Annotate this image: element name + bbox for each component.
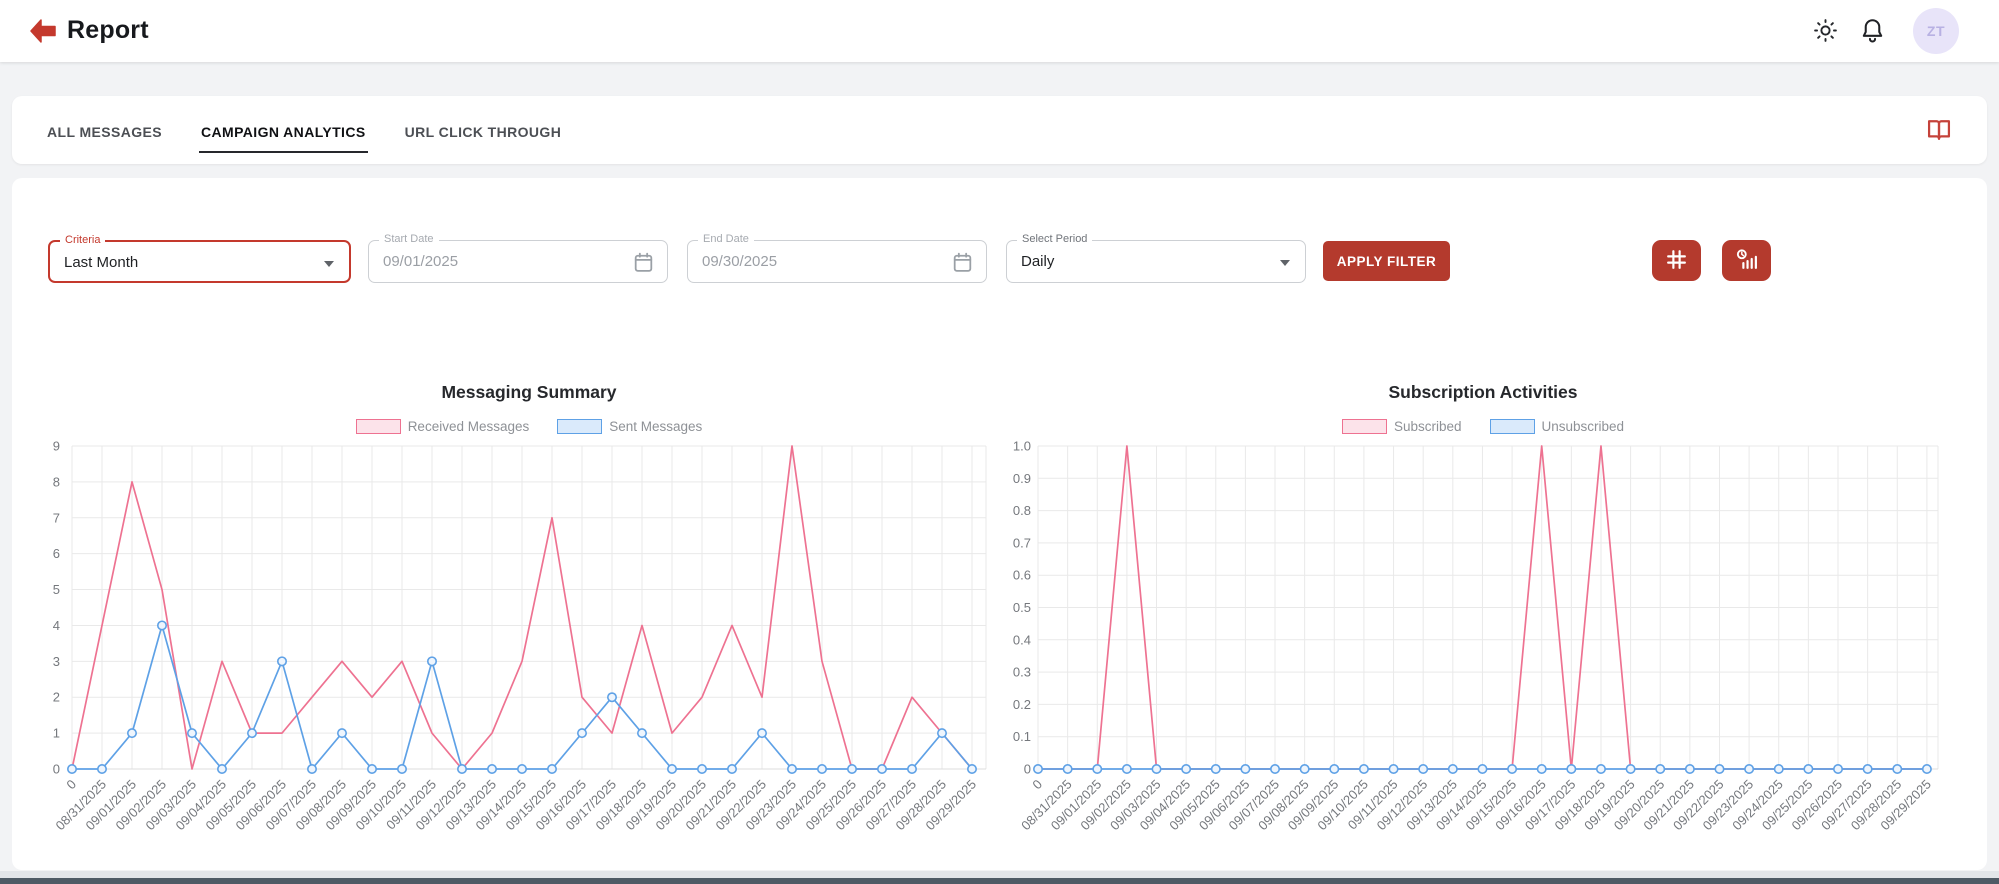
chart-view-button[interactable] — [1722, 240, 1771, 281]
end-date-value: 09/30/2025 — [702, 253, 777, 270]
avatar[interactable]: ZT — [1913, 8, 1959, 54]
svg-text:6: 6 — [53, 546, 60, 561]
svg-text:0.5: 0.5 — [1013, 600, 1031, 615]
start-date-value: 09/01/2025 — [383, 253, 458, 270]
svg-text:7: 7 — [53, 510, 60, 525]
svg-text:0: 0 — [1024, 762, 1031, 777]
app-header: Report ZT — [0, 0, 1999, 62]
period-label: Select Period — [1017, 233, 1092, 245]
svg-text:1.0: 1.0 — [1013, 440, 1031, 454]
svg-text:4: 4 — [53, 618, 60, 633]
legend-item[interactable]: Subscribed — [1342, 419, 1462, 434]
svg-text:0: 0 — [1029, 777, 1045, 793]
svg-text:0.6: 0.6 — [1013, 568, 1031, 583]
legend-swatch — [1342, 419, 1387, 434]
bar-chart-clock-icon — [1734, 247, 1759, 275]
svg-text:0.1: 0.1 — [1013, 729, 1031, 744]
back-arrow-icon[interactable] — [28, 17, 58, 45]
tab-bar: ALL MESSAGES CAMPAIGN ANALYTICS URL CLIC… — [12, 96, 1987, 164]
chevron-down-icon — [324, 261, 334, 267]
end-date-label: End Date — [698, 233, 754, 245]
svg-text:0.4: 0.4 — [1013, 632, 1031, 647]
criteria-label: Criteria — [60, 234, 105, 246]
avatar-initials: ZT — [1927, 23, 1945, 39]
subscription-activities-chart[interactable]: 00.10.20.30.40.50.60.70.80.91.0008/31/20… — [995, 440, 1975, 844]
grid-icon — [1664, 247, 1689, 275]
page-title: Report — [67, 16, 149, 45]
messaging-summary-chart[interactable]: 0123456789008/31/202509/01/202509/02/202… — [30, 440, 1005, 844]
chart-title-subscription-activities: Subscription Activities — [1183, 382, 1783, 403]
legend-swatch — [1490, 419, 1535, 434]
svg-text:1: 1 — [53, 726, 60, 741]
legend-messaging-summary: Received Messages Sent Messages — [179, 419, 879, 434]
chart-title-messaging-summary: Messaging Summary — [229, 382, 829, 403]
svg-text:8: 8 — [53, 474, 60, 489]
tab-all-messages[interactable]: ALL MESSAGES — [45, 108, 164, 153]
chevron-down-icon — [1280, 260, 1290, 266]
calendar-icon — [950, 250, 975, 275]
bell-icon[interactable] — [1858, 16, 1887, 45]
legend-subscription-activities: Subscribed Unsubscribed — [1133, 419, 1833, 434]
legend-item[interactable]: Received Messages — [356, 419, 530, 434]
legend-item[interactable]: Unsubscribed — [1490, 419, 1625, 434]
svg-text:2: 2 — [53, 690, 60, 705]
window-edge — [0, 878, 1999, 884]
svg-text:5: 5 — [53, 582, 60, 597]
calendar-icon — [631, 250, 656, 275]
criteria-value: Last Month — [64, 254, 138, 271]
legend-label: Received Messages — [408, 419, 530, 434]
apply-filter-button[interactable]: APPLY FILTER — [1323, 241, 1450, 281]
start-date-field[interactable]: Start Date 09/01/2025 — [368, 240, 668, 283]
table-view-button[interactable] — [1652, 240, 1701, 281]
end-date-field[interactable]: End Date 09/30/2025 — [687, 240, 987, 283]
start-date-label: Start Date — [379, 233, 439, 245]
legend-swatch — [356, 419, 401, 434]
svg-text:0.2: 0.2 — [1013, 697, 1031, 712]
legend-item[interactable]: Sent Messages — [557, 419, 702, 434]
svg-text:0.9: 0.9 — [1013, 471, 1031, 486]
tab-campaign-analytics[interactable]: CAMPAIGN ANALYTICS — [199, 108, 368, 153]
period-value: Daily — [1021, 253, 1054, 270]
svg-text:9: 9 — [53, 440, 60, 454]
svg-text:0.7: 0.7 — [1013, 535, 1031, 550]
legend-swatch — [557, 419, 602, 434]
period-select[interactable]: Select Period Daily — [1006, 240, 1306, 283]
criteria-select[interactable]: Criteria Last Month — [48, 240, 351, 283]
svg-text:0.3: 0.3 — [1013, 665, 1031, 680]
sun-icon[interactable] — [1811, 16, 1840, 45]
svg-text:0.8: 0.8 — [1013, 503, 1031, 518]
tab-url-click-through[interactable]: URL CLICK THROUGH — [403, 108, 564, 153]
open-book-icon[interactable] — [1925, 116, 1953, 144]
legend-label: Sent Messages — [609, 419, 702, 434]
svg-text:0: 0 — [63, 777, 79, 793]
bottom-strip — [0, 871, 1999, 878]
legend-label: Subscribed — [1394, 419, 1462, 434]
legend-label: Unsubscribed — [1542, 419, 1625, 434]
svg-text:0: 0 — [53, 762, 60, 777]
svg-text:3: 3 — [53, 654, 60, 669]
